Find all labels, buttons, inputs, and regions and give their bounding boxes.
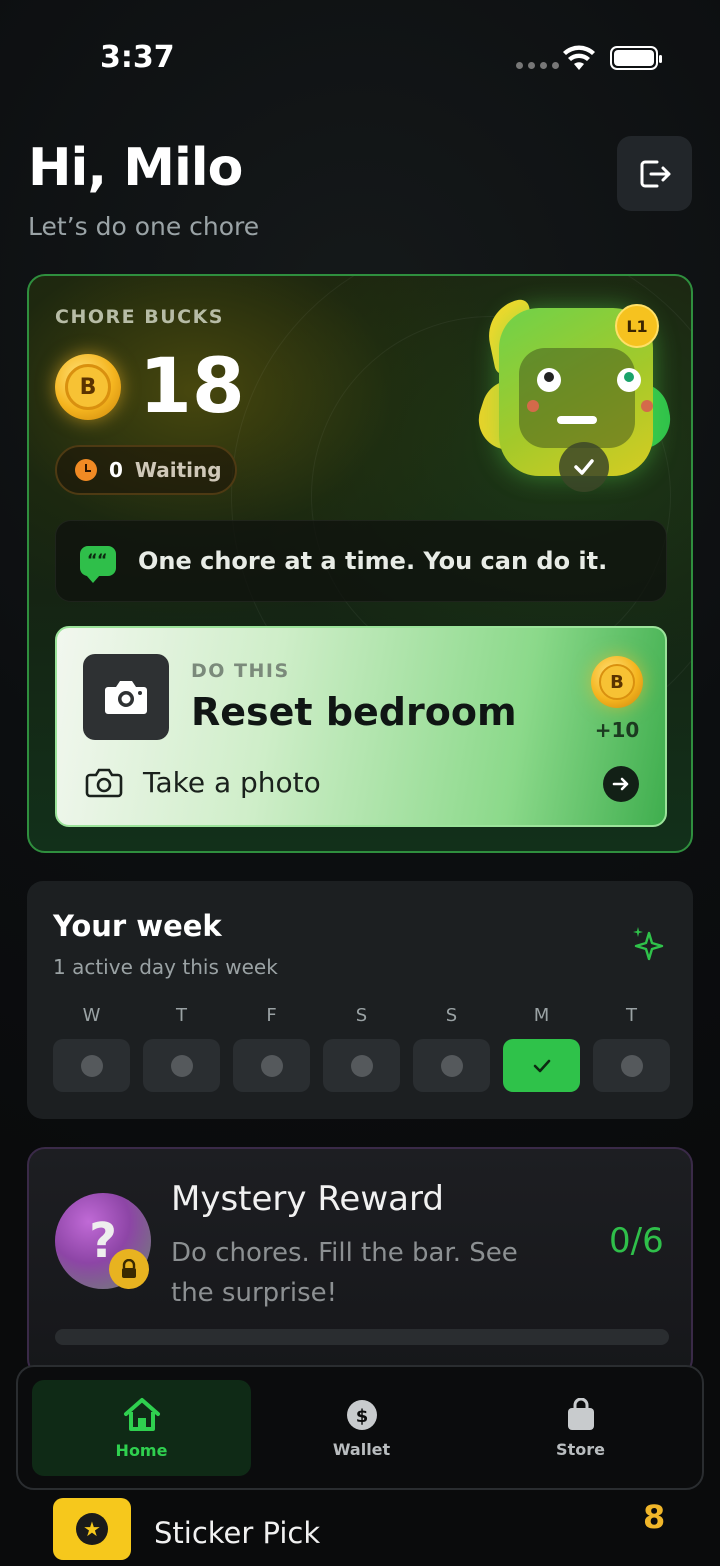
mascot-eye [537,368,561,392]
wifi-icon [563,45,595,70]
day-cell [233,1039,310,1092]
day-cell [143,1039,220,1092]
status-bar: 3:37 [0,0,720,110]
coin-icon: B [591,656,643,708]
chat-bubble-icon: ““ [80,546,116,583]
day-letter: T [626,1005,637,1026]
chore-reward: +10 [594,718,640,742]
greeting-subtitle: Let’s do one chore [28,212,260,241]
encouragement-text: One chore at a time. You can do it. [138,547,608,575]
lock-icon [109,1249,149,1289]
tab-wallet-label: Wallet [332,1439,391,1459]
sticker-pick-label: Sticker Pick [154,1516,321,1550]
empty-dot-icon [350,1054,373,1077]
dollar-icon: $ [346,1399,377,1430]
day-column: W [53,1005,130,1092]
next-chore-card[interactable]: DO THIS Reset bedroom B +10 Take a photo [55,626,667,827]
day-cell [413,1039,490,1092]
tab-home[interactable]: Home [32,1380,251,1476]
sparkle-icon [633,927,664,961]
empty-dot-icon [620,1054,643,1077]
bucks-balance: 18 [139,341,245,430]
day-letter: M [533,1005,550,1026]
day-letter: W [82,1005,101,1026]
day-cell [53,1039,130,1092]
do-this-label: DO THIS [191,660,290,682]
mascot-avatar[interactable]: L1 [471,296,677,496]
day-column: T [593,1005,670,1092]
waiting-pill[interactable]: 0 Waiting [55,445,237,495]
tab-store[interactable]: Store [471,1380,690,1476]
day-column: F [233,1005,310,1092]
week-card: Your week 1 active day this week W T F S [27,881,693,1119]
chore-bucks-card: CHORE BUCKS B 18 0 Waiting L1 “ “ One ch… [27,274,693,853]
mystery-progress-bar [55,1329,669,1345]
empty-dot-icon [260,1054,283,1077]
day-column: S [323,1005,400,1092]
day-cell-done [503,1039,580,1092]
week-subtitle: 1 active day this week [53,955,278,979]
logout-button[interactable] [617,136,692,211]
battery-icon [610,46,662,70]
take-photo-label: Take a photo [143,766,321,799]
level-badge: L1 [615,304,659,348]
coin-icon: B [55,354,121,420]
week-days: W T F S S M T [53,1005,670,1092]
day-letter: F [266,1005,277,1026]
tab-home-label: Home [115,1440,168,1460]
camera-icon [83,654,169,740]
check-icon [533,1059,550,1072]
day-cell [593,1039,670,1092]
sticker-pick-count: 8 [643,1498,666,1536]
day-letter: T [176,1005,187,1026]
mystery-reward-card[interactable]: ? Mystery Reward Do chores. Fill the bar… [27,1147,693,1377]
camera-outline-icon [85,768,123,798]
day-column: S [413,1005,490,1092]
day-letter: S [355,1005,368,1026]
chore-bucks-label: CHORE BUCKS [55,306,224,328]
star-icon: ★ [53,1498,131,1560]
status-time: 3:37 [100,40,175,75]
day-column: T [143,1005,220,1092]
day-column: M [503,1005,580,1092]
week-title: Your week [53,909,222,943]
mystery-title: Mystery Reward [171,1179,444,1219]
encouragement-banner: ““ One chore at a time. You can do it. [55,520,667,602]
signal-dots-icon [516,62,559,69]
mascot-eye [617,368,641,392]
waiting-count: 0 [109,458,123,482]
check-icon [559,442,609,492]
sticker-pick-row[interactable]: ★ Sticker Pick 8 [27,1490,693,1566]
waiting-label: Waiting [134,458,222,482]
empty-dot-icon [170,1054,193,1077]
mystery-progress: 0/6 [609,1221,664,1261]
app-screen: 3:37 Hi, Milo Let’s do one chore CHORE B… [0,0,720,1566]
arrow-right-icon[interactable] [603,766,639,802]
tab-wallet[interactable]: $ Wallet [252,1380,471,1476]
clock-icon [75,459,97,481]
mystery-description: Do chores. Fill the bar. See the surpris… [171,1238,518,1308]
empty-dot-icon [80,1054,103,1077]
tab-store-label: Store [556,1439,605,1459]
bottom-tab-bar: Home $ Wallet Store [16,1365,704,1490]
svg-text:$: $ [355,1406,368,1427]
logout-icon [640,160,670,187]
home-icon [123,1397,160,1431]
chore-title: Reset bedroom [191,690,517,734]
empty-dot-icon [440,1054,463,1077]
day-letter: S [445,1005,458,1026]
shopping-bag-icon [567,1397,594,1430]
greeting-title: Hi, Milo [28,138,243,198]
day-cell [323,1039,400,1092]
